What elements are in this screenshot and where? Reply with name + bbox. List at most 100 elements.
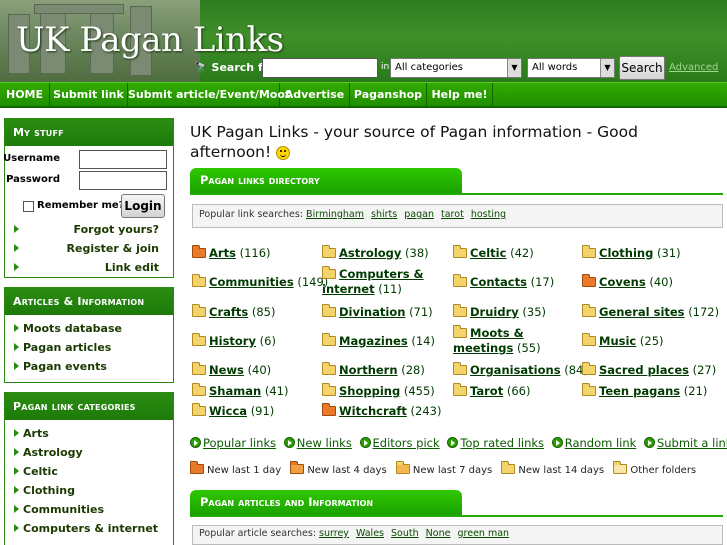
sidebar-item-clothing[interactable]: Clothing (11, 481, 167, 500)
smiley-icon (276, 145, 291, 160)
category-sacred-places[interactable]: Sacred places (27) (582, 362, 716, 378)
pagan-events-link[interactable]: Pagan events (11, 357, 167, 376)
category-witchcraft[interactable]: Witchcraft (243) (322, 403, 441, 419)
password-row: Password (6, 171, 167, 191)
category-music[interactable]: Music (25) (582, 333, 664, 349)
popular-article-link[interactable]: South (391, 528, 419, 539)
popular-search-link[interactable]: shirts (371, 209, 397, 220)
folder-icon (322, 245, 336, 258)
folder-icon (192, 333, 206, 346)
random-link-link[interactable]: Random link (551, 436, 636, 450)
legend-item: New last 4 days (290, 461, 387, 476)
articles-section-title: Pagan articles and Information (190, 490, 462, 516)
popular-links-link[interactable]: Popular links (190, 436, 276, 450)
folder-icon (192, 274, 206, 287)
top-rated-link[interactable]: Top rated links (447, 436, 544, 450)
folder-icon (322, 333, 336, 346)
folder-icon (453, 304, 467, 317)
folder-icon (322, 362, 336, 375)
category-tarot[interactable]: Tarot (66) (453, 383, 530, 399)
category-shopping[interactable]: Shopping (455) (322, 383, 435, 399)
username-field[interactable] (79, 150, 167, 169)
pagan-articles-link[interactable]: Pagan articles (11, 338, 167, 357)
folder-icon (192, 403, 206, 416)
my-stuff-title: My stuff (5, 119, 173, 146)
category-arts[interactable]: Arts (116) (192, 245, 271, 261)
remember-checkbox[interactable] (23, 201, 34, 212)
folder-icon (453, 274, 467, 287)
category-shaman[interactable]: Shaman (41) (192, 383, 288, 399)
browse-links: Popular links New links Editors pick Top… (190, 436, 727, 450)
category-wicca[interactable]: Wicca (91) (192, 403, 274, 419)
category-history[interactable]: History (6) (192, 333, 276, 349)
category-teen-pagans[interactable]: Teen pagans (21) (582, 383, 707, 399)
sidebar-item-arts[interactable]: Arts (11, 424, 167, 443)
category-contacts[interactable]: Contacts (17) (453, 274, 554, 290)
category-select[interactable]: All categories ▼ (390, 58, 522, 78)
popular-article-link[interactable]: Wales (356, 528, 384, 539)
popular-article-link[interactable]: None (426, 528, 451, 539)
category-computers[interactable]: Computers & internet (11) (322, 266, 450, 297)
login-button[interactable]: Login (121, 194, 165, 218)
arrow-right-icon (14, 486, 19, 494)
popular-search-link[interactable]: Birmingham (306, 209, 364, 220)
category-crafts[interactable]: Crafts (85) (192, 304, 275, 320)
category-northern[interactable]: Northern (28) (322, 362, 425, 378)
folder-icon (582, 333, 596, 346)
register-link[interactable]: Register & join (11, 239, 167, 258)
nav-submit-link[interactable]: Submit link (50, 83, 128, 107)
remember-row: Remember me? Login (11, 194, 167, 220)
category-celtic[interactable]: Celtic (42) (453, 245, 534, 261)
category-general-sites[interactable]: General sites (172) (582, 304, 719, 320)
sidebar: My stuff Username Password Remember me? … (3, 118, 174, 545)
moots-database-link[interactable]: Moots database (11, 319, 167, 338)
arrow-circle-icon (643, 437, 655, 448)
nav-home[interactable]: HOME (0, 83, 50, 107)
sidebar-item-astrology[interactable]: Astrology (11, 443, 167, 462)
new-links-link[interactable]: New links (283, 436, 352, 450)
editors-pick-link[interactable]: Editors pick (359, 436, 440, 450)
arrow-right-icon (14, 362, 19, 370)
sidebar-item-computers[interactable]: Computers & internet (11, 519, 167, 538)
popular-search-link[interactable]: pagan (404, 209, 434, 220)
sidebar-item-celtic[interactable]: Celtic (11, 462, 167, 481)
legend-item: New last 1 day (190, 461, 281, 476)
category-moots-meetings[interactable]: Moots & meetings (55) (453, 325, 579, 356)
category-magazines[interactable]: Magazines (14) (322, 333, 435, 349)
category-news[interactable]: News (40) (192, 362, 271, 378)
words-select[interactable]: All words ▼ (527, 58, 615, 78)
category-divination[interactable]: Divination (71) (322, 304, 433, 320)
nav-paganshop[interactable]: Paganshop (350, 83, 427, 107)
popular-search-link[interactable]: tarot (441, 209, 464, 220)
forgot-password-link[interactable]: Forgot yours? (11, 220, 167, 239)
arrow-circle-icon (359, 437, 371, 448)
nav-advertise[interactable]: Advertise (280, 83, 350, 107)
category-organisations[interactable]: Organisations (84) (453, 362, 588, 378)
arrow-right-icon (14, 244, 19, 252)
directory-divider (190, 193, 723, 195)
folder-icon (453, 383, 467, 396)
category-druidry[interactable]: Druidry (35) (453, 304, 546, 320)
folder-icon (190, 461, 204, 474)
arrow-circle-icon (283, 437, 295, 448)
search-input[interactable] (262, 58, 378, 78)
search-button[interactable]: Search (619, 56, 665, 80)
submit-a-link-link[interactable]: Submit a link (643, 436, 727, 450)
folder-icon (322, 266, 336, 279)
nav-submit-article[interactable]: Submit article/Event/Moot (128, 83, 290, 107)
category-covens[interactable]: Covens (40) (582, 274, 673, 290)
popular-article-link[interactable]: green man (458, 528, 510, 539)
category-astrology[interactable]: Astrology (38) (322, 245, 429, 261)
category-communities[interactable]: Communities (149) (192, 274, 328, 290)
nav-help[interactable]: Help me! (427, 83, 493, 107)
folder-icon (582, 304, 596, 317)
sidebar-item-communities[interactable]: Communities (11, 500, 167, 519)
advanced-search-link[interactable]: Advanced (669, 62, 718, 73)
popular-article-link[interactable]: surrey (319, 528, 349, 539)
site-logo[interactable]: UK Pagan Links (16, 20, 284, 60)
password-field[interactable] (79, 171, 167, 190)
popular-search-link[interactable]: hosting (471, 209, 506, 220)
category-clothing[interactable]: Clothing (31) (582, 245, 681, 261)
link-edit-link[interactable]: Link edit (11, 258, 167, 277)
folder-icon (582, 274, 596, 287)
